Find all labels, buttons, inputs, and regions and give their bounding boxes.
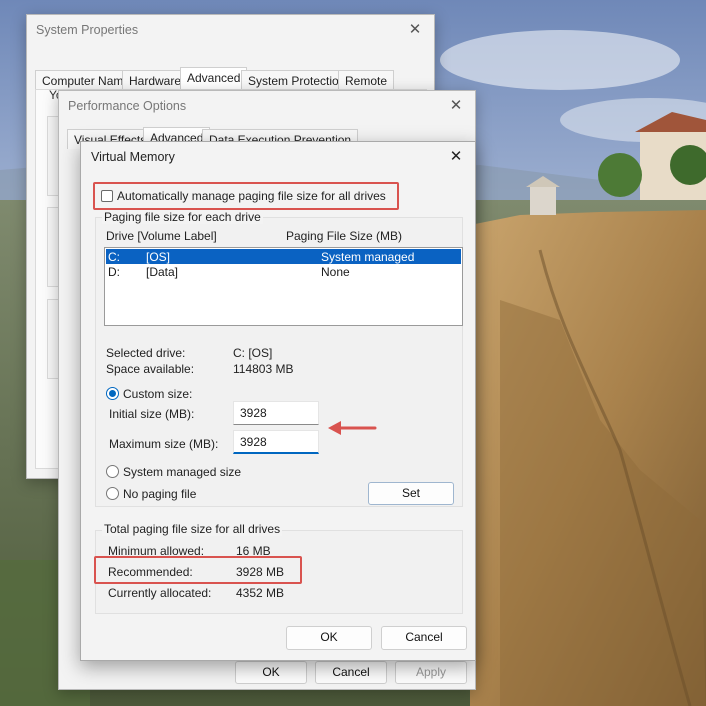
selected-drive-label: Selected drive: [106,346,186,360]
ok-button[interactable]: OK [235,661,307,684]
list-item-drive-c[interactable]: C: [OS] System managed [106,249,461,264]
close-icon[interactable]: ✕ [445,146,467,168]
tab-system-protection[interactable]: System Protection [241,70,353,90]
arrow-annotation-icon [328,421,377,435]
tab-hardware[interactable]: Hardware [122,70,189,90]
auto-manage-label[interactable]: Automatically manage paging file size fo… [117,189,386,203]
drive-letter: C: [108,250,120,264]
cancel-button[interactable]: Cancel [381,626,467,650]
drive-label: [OS] [146,250,171,264]
no-paging-radio[interactable] [106,487,119,500]
drive-size: System managed [321,250,415,264]
total-group-label: Total paging file size for all drives [102,522,283,536]
apply-button[interactable]: Apply [395,661,467,684]
currently-allocated-label: Currently allocated: [108,586,212,600]
drive-column-header: Drive [Volume Label] [106,229,217,243]
virtual-memory-dialog: Virtual Memory ✕ Automatically manage pa… [80,141,476,661]
drive-size: None [321,265,350,279]
tab-advanced[interactable]: Advanced [180,67,248,90]
window-title: Performance Options [68,99,187,113]
dialog-title: Virtual Memory [91,150,175,164]
initial-size-label: Initial size (MB): [109,407,195,421]
ok-button[interactable]: OK [286,626,372,650]
list-item-drive-d[interactable]: D: [Data] None [106,264,461,279]
selected-drive-value: C: [OS] [233,346,273,360]
space-available-label: Space available: [106,362,195,376]
currently-allocated-value: 4352 MB [236,586,285,600]
custom-size-label[interactable]: Custom size: [123,387,192,401]
system-managed-label[interactable]: System managed size [123,465,241,479]
recommended-value: 3928 MB [236,565,285,579]
close-icon[interactable]: ✕ [404,19,426,41]
space-available-value: 114803 MB [233,362,294,376]
drive-label: [Data] [146,265,179,279]
maximum-size-label: Maximum size (MB): [109,437,219,451]
window-title: System Properties [36,23,139,37]
drive-list[interactable]: C: [OS] System managed D: [Data] None [104,247,463,326]
set-button[interactable]: Set [368,482,454,505]
system-managed-radio[interactable] [106,465,119,478]
tab-remote[interactable]: Remote [338,70,395,90]
cancel-button[interactable]: Cancel [315,661,387,684]
custom-size-radio[interactable] [106,387,119,400]
size-column-header: Paging File Size (MB) [286,229,403,243]
close-icon[interactable]: ✕ [445,95,467,117]
recommended-label: Recommended: [108,565,193,579]
paging-group-label: Paging file size for each drive [102,210,263,224]
drive-letter: D: [108,265,120,279]
maximum-size-input[interactable]: 3928 [233,430,319,454]
auto-manage-checkbox[interactable] [101,190,113,202]
initial-size-input[interactable]: 3928 [233,401,319,425]
no-paging-label[interactable]: No paging file [123,487,196,501]
